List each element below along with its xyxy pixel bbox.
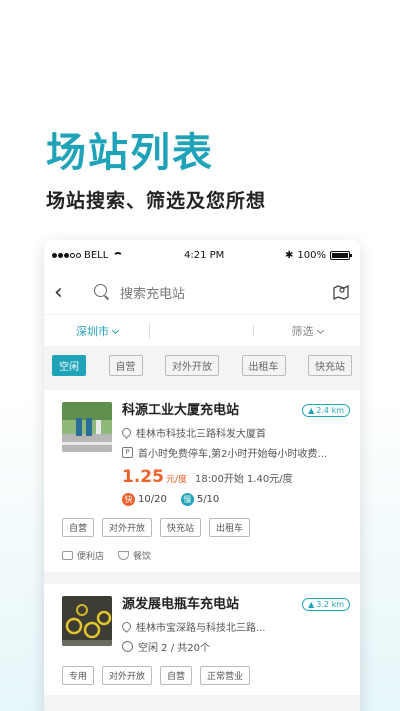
bluetooth-icon: ✱ [285,249,294,261]
station-tag: 自营 [62,518,95,537]
station-tag: 正常营业 [200,666,251,685]
slow-count: 5/10 [196,494,220,505]
tag-filter-bar: 空闲 自营 对外开放 出租车 快充站 [44,346,360,384]
price-value: 1.25 [122,467,164,487]
station-card[interactable]: ▲ 3.2 km 源发展电瓶车充电站 桂林市宝深路与科技北三路... 空闲 2 /… [44,584,360,695]
tag-chip-self[interactable]: 自营 [108,354,143,376]
screen-filter[interactable]: 筛选 [254,323,360,339]
location-icon [122,620,133,633]
distance-label: 3.2 km [316,600,344,609]
hero-subtitle: 场站搜索、筛选及您所想 [46,190,267,212]
station-address: 桂林市科技北三路科发大厦首 [136,429,266,440]
station-tag: 专用 [62,666,95,685]
carrier-label: BELL [84,249,109,261]
food-icon [118,551,130,560]
signal-icon [52,252,81,258]
parking-info: 首小时免费停车,第2小时开始每小时收费... [138,449,328,460]
slow-charge-badge: 慢 [180,493,194,506]
status-bar: BELL 4:21 PM ✱ 100% [44,240,360,270]
store-icon [62,551,73,560]
phone-screen: BELL 4:21 PM ✱ 100% ‹ 搜索充电站 深圳市 筛选 空闲 自营… [44,240,360,711]
station-photo [62,402,112,452]
tag-chip-fast[interactable]: 快充站 [308,354,352,376]
station-tag: 对外开放 [102,518,153,537]
city-filter[interactable]: 深圳市 [44,322,150,339]
station-card[interactable]: ▲ 2.4 km 科源工业大厦充电站 桂林市科技北三路科发大厦首 P 首小时免费停车… [44,390,360,572]
filter-bar: 深圳市 筛选 [44,314,360,346]
station-tag: 自营 [160,666,193,685]
location-icon [122,426,133,439]
fast-count: 10/20 [138,494,167,505]
navigation-icon: ▲ [308,600,315,609]
idle-count: 空闲 2 / 共20个 [138,643,210,654]
search-icon [94,284,110,300]
amenity-label: 餐饮 [133,552,152,562]
amenity-label: 便利店 [77,552,105,562]
next-price: 18:00开始 1.40元/度 [195,474,293,485]
battery-percent: 100% [297,249,326,261]
map-icon[interactable] [332,283,350,301]
clock: 4:21 PM [184,249,225,261]
station-tag: 对外开放 [102,666,153,685]
tag-chip-taxi[interactable]: 出租车 [241,354,286,376]
station-photo [62,596,112,646]
navigation-icon: ▲ [308,406,315,415]
hero-title: 场站列表 [46,130,214,176]
chevron-down-icon [316,326,324,334]
search-bar: ‹ 搜索充电站 [44,270,360,314]
distance-label: 2.4 km [316,406,344,415]
distance-badge: ▲ 2.4 km [302,404,350,417]
wifi-icon [113,251,124,259]
chevron-down-icon [111,326,120,334]
price-unit: 元/度 [165,475,187,485]
search-input[interactable]: 搜索充电站 [120,283,332,302]
city-label: 深圳市 [76,324,109,338]
idle-icon [122,641,133,652]
station-tag: 出租车 [209,518,251,537]
battery-icon [329,250,352,260]
tag-chip-open[interactable]: 对外开放 [165,354,219,376]
tag-chip-idle[interactable]: 空闲 [52,354,86,376]
station-address: 桂林市宝深路与科技北三路... [136,623,266,634]
station-tag: 快充站 [160,518,202,537]
screen-label: 筛选 [291,324,314,338]
fast-charge-badge: 快 [122,493,135,506]
back-arrow-icon[interactable]: ‹ [54,280,80,305]
filter-blank [150,324,254,337]
distance-badge: ▲ 3.2 km [302,598,350,611]
parking-icon: P [122,447,133,458]
